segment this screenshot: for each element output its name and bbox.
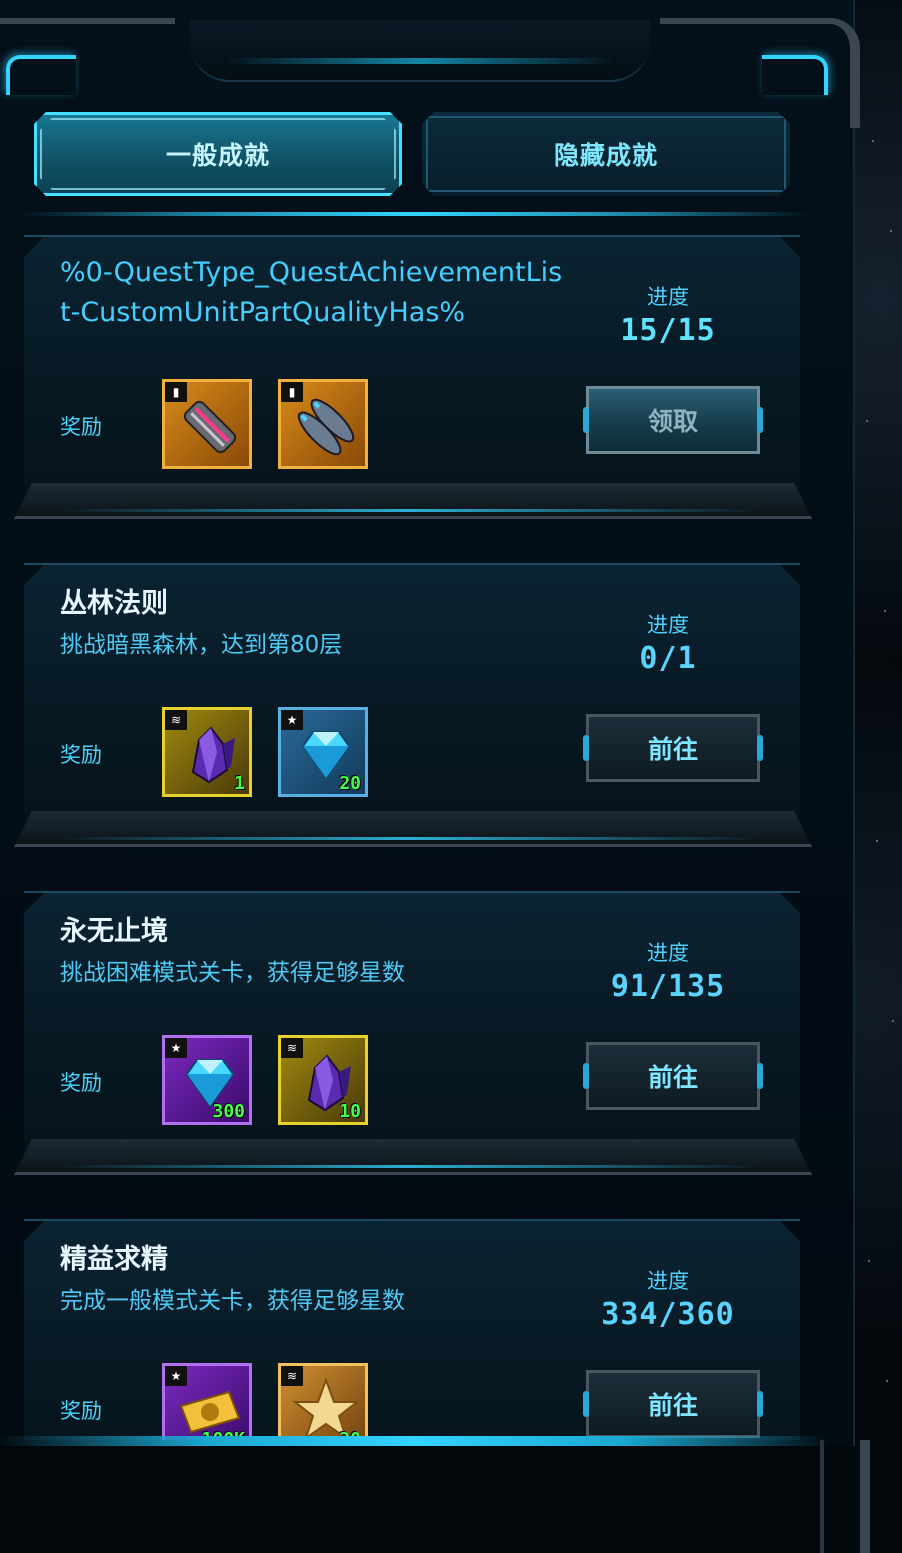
achievement-title: 精益求精 [60,1244,168,1275]
corner-accent-left [6,55,76,95]
tab-hidden-label: 隐藏成就 [553,141,658,170]
reward-item[interactable]: ≋ 1 [162,707,252,797]
header-glow [225,58,615,64]
reward-label: 奖励 [60,743,102,767]
progress-label: 进度 [647,613,689,637]
progress-label: 进度 [647,941,689,965]
achievement-list[interactable]: %0-QuestType_QuestAchievementList-Custom… [0,225,860,1440]
reward-item[interactable]: ★ 100K [162,1363,252,1440]
reward-item[interactable]: ★ 300 [162,1035,252,1125]
reward-item[interactable]: ▮ [278,379,368,469]
tab-general-achievements[interactable]: 一般成就 [34,112,402,196]
progress-value: 334/360 [601,1297,735,1332]
progress-label: 进度 [647,285,689,309]
progress-value: 0/1 [639,641,697,676]
reward-label: 奖励 [60,415,102,439]
panel-header-frame [0,0,860,128]
tab-divider [20,212,810,216]
reward-item[interactable]: ★ 20 [278,707,368,797]
achievement-description: 挑战暗黑森林，达到第80层 [60,632,343,658]
tab-general-label: 一般成就 [165,141,270,170]
achievement-title: 丛林法则 [60,588,168,619]
reward-count: 1 [234,773,245,794]
progress-value: 15/15 [620,313,716,348]
goto-button[interactable]: 前往 [583,714,763,782]
reward-item[interactable]: ▮ [162,379,252,469]
reward-label: 奖励 [60,1071,102,1095]
progress-value: 91/135 [610,969,726,1004]
thruster-part-icon [297,398,355,456]
goto-button[interactable]: 前往 [583,1042,763,1110]
weapon-part-icon [183,400,237,454]
achievement-description: 挑战困难模式关卡，获得足够星数 [60,960,405,986]
achievement-title: %0-QuestType_QuestAchievementList-Custom… [60,257,563,328]
reward-count: 300 [212,1101,245,1122]
panel-footer [0,1446,855,1553]
progress-label: 进度 [647,1269,689,1293]
achievement-description: 完成一般模式关卡，获得足够星数 [60,1288,405,1314]
goto-button[interactable]: 前往 [583,1370,763,1438]
tab-hidden-achievements[interactable]: 隐藏成就 [422,112,790,196]
list-bottom-glow [0,1436,830,1446]
frame-bracket-bottom-right [820,1440,870,1553]
reward-count: 20 [339,773,361,794]
header-notch [190,20,650,82]
claim-button[interactable]: 领取 [583,386,763,454]
reward-item[interactable]: ≋ 10 [278,1035,368,1125]
reward-count: 10 [339,1101,361,1122]
frame-bracket-right [660,18,860,128]
achievement-title: 永无止境 [60,916,168,947]
frame-bracket-left [0,18,175,38]
reward-label: 奖励 [60,1399,102,1423]
reward-item[interactable]: ≋ 20 [278,1363,368,1440]
